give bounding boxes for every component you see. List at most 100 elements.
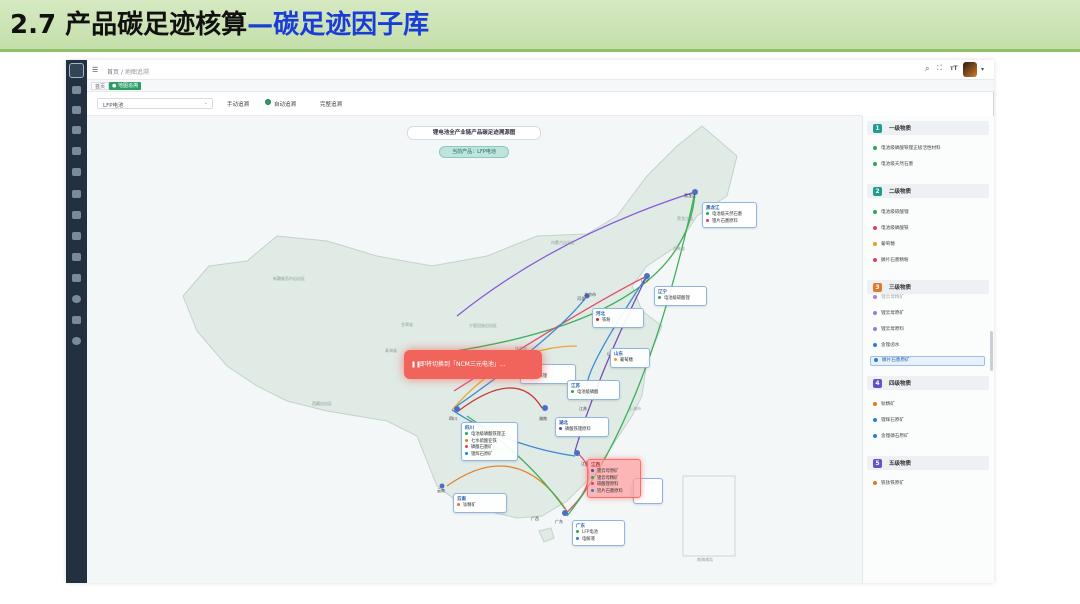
card-item: 铁粉 [596, 318, 640, 325]
province-card-hebei[interactable]: 河北 铁粉 [592, 308, 644, 328]
city-label: 黑龙江 [684, 193, 696, 198]
province-card-sichuan[interactable]: 四川 电池级磷酸铁锂正 七水硫酸亚铁 磷酸石墨矿 锂辉石原矿 [461, 422, 518, 461]
province-card-yunnan[interactable]: 云南 钛精矿 [453, 493, 507, 513]
material-item[interactable]: 鳞片石墨精粉 [873, 257, 909, 267]
material-item[interactable]: 电池级碳酸锂 [873, 209, 909, 219]
mode-full[interactable]: 完整追溯 [320, 100, 342, 108]
nav-report-icon[interactable] [72, 274, 81, 282]
material-item[interactable]: 含锂卤水 [873, 342, 899, 352]
node-guangdong [562, 510, 568, 516]
tier-1-header[interactable]: 1 一级物质 [867, 121, 989, 135]
nav-chat-icon[interactable] [72, 211, 81, 219]
tier-2-badge: 2 [873, 187, 882, 196]
card-title: 云南 [457, 497, 466, 502]
more-icon[interactable]: ▾ [981, 66, 984, 73]
region-label: 新疆维吾尔自治区 [273, 276, 305, 281]
trace-map[interactable]: 锂电池全产业链产品碳足迹溯源图 当前产品：LFP电池 新疆维吾尔自治区 西藏自治… [87, 116, 862, 583]
material-item[interactable]: 葡萄糖 [873, 241, 895, 251]
province-card-shandong[interactable]: 山东 葡萄糖 [610, 348, 650, 368]
tier-4-header[interactable]: 4 四级物质 [867, 376, 989, 390]
node-hubei [542, 405, 548, 411]
pause-icon[interactable]: ❚❚ [411, 350, 421, 379]
tab-map-trace[interactable]: ● 地图追溯 [109, 82, 141, 90]
material-item[interactable]: 锂云母精矿 [873, 294, 904, 304]
south-sea-inset [682, 475, 736, 557]
nav-bar-chart-icon[interactable] [72, 126, 81, 134]
card-title: 河北 [596, 312, 605, 317]
province-card-guangdong[interactable]: 广东 LFP电池 电解液 [572, 520, 625, 546]
province-card-hubei[interactable]: 湖北 磷酸铁锂原料 [555, 417, 609, 437]
nav-cart-icon[interactable] [72, 168, 81, 176]
card-item: 锂片石墨原料 [706, 218, 753, 226]
search-icon[interactable]: ⌕ [925, 64, 929, 74]
card-item: 磷酸铁锂原料 [559, 427, 605, 434]
material-item[interactable]: 电池级磷酸铁锂正极活性材料 [873, 145, 941, 155]
sidebar-scrollbar[interactable] [990, 331, 993, 371]
mode-auto-label[interactable]: 自动追溯 [274, 100, 296, 108]
material-item-active[interactable]: 鳞片石墨原矿 [870, 356, 985, 366]
region-label: 内蒙古自治区 [551, 240, 575, 245]
region-label: 宁夏回族自治区 [469, 323, 497, 328]
material-item[interactable]: 锂云母原矿 [873, 310, 904, 320]
material-tier-sidebar: 1 一级物质 电池级磷酸铁锂正极活性材料 电池级天然石墨 2 二级物质 电池级碳… [862, 116, 994, 583]
city-label: 北京市 [584, 292, 596, 297]
nav-chart-icon[interactable] [72, 106, 81, 114]
fullscreen-icon[interactable]: ⛶ [937, 64, 942, 73]
material-item[interactable]: 钒钛铁原矿 [873, 480, 904, 490]
tier-2-header[interactable]: 2 二级物质 [867, 184, 989, 198]
tier-4-badge: 4 [873, 379, 882, 388]
tab-home[interactable]: 首页 [91, 82, 110, 90]
app-logo [69, 63, 84, 78]
material-item[interactable]: 钛精矿 [873, 401, 895, 411]
province-card-heilongjiang[interactable]: 黑龙江 电池级天然石墨 锂片石墨原料 [702, 202, 757, 228]
region-label: 甘肃省 [401, 322, 413, 327]
hainan-island [538, 527, 555, 543]
region-label: 黑龙江省 [677, 216, 693, 221]
switch-toast[interactable]: ❚❚ 即将切换到「NCM三元电池」... [404, 350, 542, 379]
city-label: 四川 [449, 416, 457, 421]
product-select[interactable]: LFP电池 ⌄ [97, 98, 213, 109]
menu-toggle-icon[interactable]: ☰ [92, 66, 98, 74]
nav-book-icon[interactable] [72, 232, 81, 240]
tier-2-label: 二级物质 [889, 189, 912, 195]
switch-toast-text: 即将切换到「NCM三元电池」... [420, 361, 506, 368]
tier-5-header[interactable]: 5 五级物质 [867, 456, 989, 470]
mode-auto-radio[interactable] [265, 99, 271, 105]
tier-1-label: 一级物质 [889, 126, 912, 132]
card-title: 江苏 [571, 384, 580, 389]
material-item[interactable]: 锂辉石原矿 [873, 417, 904, 427]
card-item: 葡萄糖 [614, 358, 646, 365]
card-title: 黑龙江 [706, 206, 720, 211]
nav-help-icon[interactable] [72, 337, 81, 345]
mode-manual[interactable]: 手动追溯 [227, 100, 249, 108]
material-item[interactable]: 电池级天然石墨 [873, 161, 913, 171]
node-jiangxi [574, 450, 580, 456]
nav-file-icon[interactable] [72, 190, 81, 198]
china-landmass [182, 125, 738, 519]
city-label: 云南 [437, 488, 445, 493]
nav-document-icon[interactable] [72, 147, 81, 155]
breadcrumb-home[interactable]: 首页 [107, 69, 119, 76]
card-title: 湖北 [559, 421, 568, 426]
card-title: 山东 [614, 352, 623, 357]
nav-tools-icon[interactable] [72, 316, 81, 324]
province-card-jiangsu[interactable]: 江苏 电池级磷酸 [567, 380, 620, 400]
city-label: 辽宁 [641, 278, 649, 283]
province-card-liaoning[interactable]: 辽宁 电池级碳酸锂 [654, 286, 707, 306]
font-size-icon[interactable]: тT [950, 65, 958, 72]
tier-3-label: 三级物质 [889, 285, 912, 291]
tier-5-badge: 5 [873, 459, 882, 468]
nav-list-icon[interactable] [72, 253, 81, 261]
material-item[interactable]: 含锂磷石原矿 [873, 433, 909, 443]
chevron-down-icon: ⌄ [203, 100, 208, 106]
material-item[interactable]: 锂云母原料 [873, 326, 904, 336]
card-item: 电池级碳酸锂 [658, 296, 703, 303]
nav-settings-icon[interactable] [72, 295, 81, 303]
tier-3-header[interactable]: 3 三级物质 [867, 280, 989, 294]
user-avatar[interactable] [963, 62, 977, 77]
card-item: 钛精矿 [457, 503, 503, 510]
nav-home-icon[interactable] [72, 86, 81, 94]
material-item[interactable]: 电池级磷酸铁 [873, 225, 909, 235]
province-card-jiangxi[interactable]: 江西 锂云母原矿 锂云母精矿 碳酸锂原料 铝片石墨原料 [587, 459, 641, 498]
city-label: 广西 [531, 516, 539, 521]
